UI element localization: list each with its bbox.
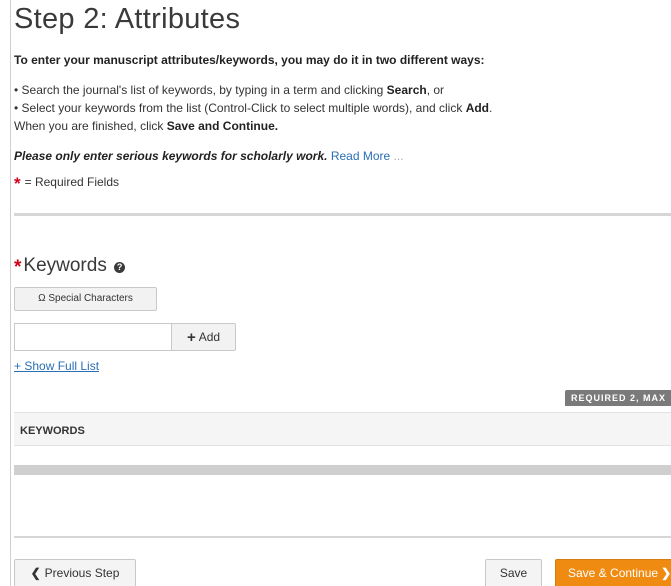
previous-step-button[interactable]: ❮ Previous Step xyxy=(14,559,136,586)
keywords-column-header: KEYWORDS xyxy=(20,425,85,437)
keywords-label: * Keywords ? xyxy=(14,255,126,279)
show-full-list-link[interactable]: + Show Full List xyxy=(14,359,99,373)
chevron-left-icon: ❮ xyxy=(30,566,41,580)
required-fields-note: * = Required Fields xyxy=(14,174,120,193)
save-continue-button[interactable]: Save & Continue ❯ xyxy=(555,559,671,586)
save-button[interactable]: Save xyxy=(485,559,542,586)
instruction-select: • Select your keywords from the list (Co… xyxy=(14,101,493,115)
help-icon[interactable]: ? xyxy=(114,262,126,273)
main-panel: Step 2: Attributes To enter your manuscr… xyxy=(10,0,671,586)
section-divider xyxy=(14,213,671,216)
keywords-table-header: KEYWORDS xyxy=(14,412,671,446)
required-star-icon: * xyxy=(14,174,21,193)
plus-icon: + xyxy=(186,329,196,346)
keyword-input[interactable] xyxy=(14,323,171,351)
keywords-table-footer xyxy=(14,465,671,475)
intro-text: To enter your manuscript attributes/keyw… xyxy=(14,53,485,67)
footer-divider xyxy=(14,536,671,538)
add-keyword-button[interactable]: + Add xyxy=(171,323,236,351)
serious-keywords-notice: Please only enter serious keywords for s… xyxy=(14,149,404,163)
read-more-link[interactable]: Read More xyxy=(331,149,390,163)
required-count-badge: REQUIRED 2, MAX xyxy=(565,390,671,406)
special-characters-button[interactable]: Ω Special Characters xyxy=(14,287,157,311)
page-title: Step 2: Attributes xyxy=(14,3,241,35)
chevron-right-icon: ❯ xyxy=(661,566,671,580)
required-star-icon: * xyxy=(14,257,22,278)
instruction-search: • Search the journal's list of keywords,… xyxy=(14,83,445,97)
instruction-finish: When you are finished, click Save and Co… xyxy=(14,119,279,133)
